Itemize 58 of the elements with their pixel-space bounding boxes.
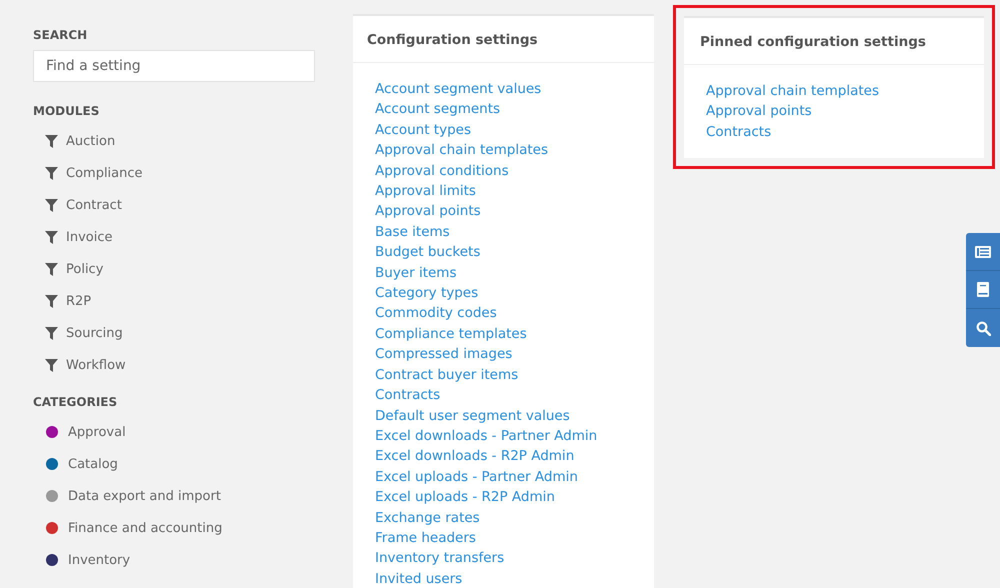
setting-link[interactable]: Commodity codes <box>375 303 632 324</box>
module-filter[interactable]: Policy <box>66 262 104 276</box>
setting-link[interactable]: Account segment values <box>375 79 632 100</box>
category-filter[interactable]: Approval <box>68 424 126 440</box>
setting-link[interactable]: Excel downloads - Partner Admin <box>375 426 632 446</box>
setting-link[interactable]: Approval limits <box>375 181 632 202</box>
setting-link[interactable]: Frame headers <box>375 528 632 548</box>
setting-link[interactable]: Invited users <box>375 568 632 588</box>
filter-icon <box>45 294 58 308</box>
filter-icon <box>45 326 58 340</box>
module-filter[interactable]: Contract <box>66 198 122 212</box>
card-title: Configuration settings <box>353 16 654 63</box>
setting-link[interactable]: Approval points <box>375 201 632 222</box>
section-label: CATEGORIES <box>33 395 118 409</box>
filter-icon <box>45 230 58 244</box>
module-filter[interactable]: Auction <box>66 134 116 148</box>
module-filter[interactable]: Compliance <box>66 166 143 180</box>
setting-link[interactable]: Excel uploads - Partner Admin <box>375 466 632 488</box>
setting-link[interactable]: Budget buckets <box>375 242 632 263</box>
module-filter[interactable]: Workflow <box>66 358 126 372</box>
section-label: MODULES <box>33 104 100 118</box>
setting-link[interactable]: Default user segment values <box>375 406 632 426</box>
setting-link[interactable]: Approval chain templates <box>375 140 632 161</box>
list-icon <box>975 246 991 258</box>
setting-link[interactable]: Approval chain templates <box>706 81 962 102</box>
module-filter[interactable]: Invoice <box>66 230 112 244</box>
module-filter[interactable]: R2P <box>66 294 92 308</box>
module-filter[interactable]: Sourcing <box>66 326 123 340</box>
category-filter[interactable]: Inventory <box>68 552 130 568</box>
setting-link[interactable]: Excel downloads - R2P Admin <box>375 446 632 467</box>
category-filter[interactable]: Finance and accounting <box>68 520 222 536</box>
setting-link[interactable]: Exchange rates <box>375 508 632 528</box>
search-field[interactable]: Find a setting <box>33 50 315 82</box>
setting-link[interactable]: Account segments <box>375 99 632 120</box>
setting-link[interactable]: Category types <box>375 283 632 304</box>
setting-link[interactable]: Compliance templates <box>375 324 632 344</box>
setting-link[interactable]: Excel uploads - R2P Admin <box>375 487 632 508</box>
setting-link[interactable]: Approval points <box>706 101 962 122</box>
search-icon <box>976 320 990 336</box>
setting-link[interactable]: Buyer items <box>375 262 632 284</box>
book-icon <box>977 282 989 297</box>
card-title: Pinned configuration settings <box>684 18 984 65</box>
setting-link[interactable]: Account types <box>375 120 632 140</box>
setting-link[interactable]: Base items <box>375 222 632 242</box>
section-label: SEARCH <box>33 28 88 42</box>
setting-link[interactable]: Compressed images <box>375 344 632 365</box>
filter-icon <box>45 166 58 180</box>
setting-link[interactable]: Contracts <box>706 122 962 142</box>
setting-link[interactable]: Contract buyer items <box>375 364 632 386</box>
filter-icon <box>45 358 58 372</box>
filter-icon <box>45 134 58 148</box>
setting-link[interactable]: Approval conditions <box>375 160 632 182</box>
setting-link[interactable]: Contracts <box>375 385 632 406</box>
category-filter[interactable]: Catalog <box>68 456 118 472</box>
filter-icon <box>45 262 58 276</box>
setting-link[interactable]: Inventory transfers <box>375 548 632 569</box>
filter-icon <box>45 198 58 212</box>
category-filter[interactable]: Data export and import <box>68 488 221 504</box>
